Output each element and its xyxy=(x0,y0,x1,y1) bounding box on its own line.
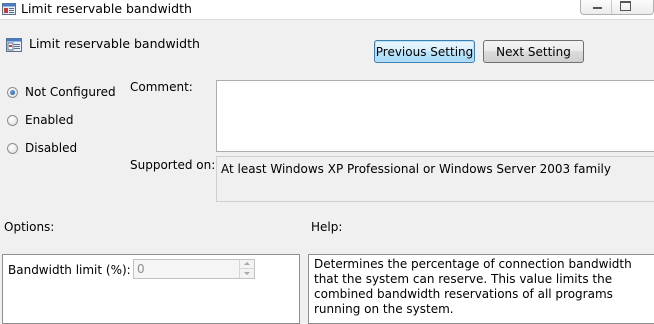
comment-label: Comment: xyxy=(130,80,193,94)
window-caption-buttons xyxy=(580,0,654,15)
help-label: Help: xyxy=(311,220,343,234)
help-text: Determines the percentage of connection … xyxy=(308,254,654,324)
policy-settings-icon xyxy=(6,38,22,52)
disabled-option[interactable]: Disabled xyxy=(7,141,77,155)
supported-on-value: At least Windows XP Professional or Wind… xyxy=(216,156,654,202)
enabled-option[interactable]: Enabled xyxy=(7,113,74,127)
maximize-button[interactable] xyxy=(611,0,639,14)
title-bar: Limit reservable bandwidth xyxy=(0,0,654,20)
previous-setting-button[interactable]: Previous Setting xyxy=(374,40,475,63)
bandwidth-limit-value[interactable]: 0 xyxy=(137,262,145,276)
enabled-label[interactable]: Enabled xyxy=(25,113,74,127)
window-title: Limit reservable bandwidth xyxy=(21,1,192,16)
not-configured-label[interactable]: Not Configured xyxy=(25,85,116,99)
policy-name: Limit reservable bandwidth xyxy=(29,36,200,51)
enabled-radio[interactable] xyxy=(7,114,18,126)
bandwidth-limit-label: Bandwidth limit (%): xyxy=(8,263,131,277)
comment-textarea[interactable] xyxy=(216,80,654,152)
spin-up-arrow-icon[interactable] xyxy=(239,260,254,269)
disabled-radio[interactable] xyxy=(7,142,18,154)
options-panel: Bandwidth limit (%): 0 xyxy=(2,254,300,324)
options-label: Options: xyxy=(4,220,55,234)
policy-settings-icon xyxy=(2,3,16,15)
minimize-button[interactable] xyxy=(584,0,611,14)
not-configured-radio[interactable] xyxy=(7,86,18,98)
not-configured-option[interactable]: Not Configured xyxy=(7,85,116,99)
bandwidth-limit-spinbox[interactable]: 0 xyxy=(133,259,255,279)
disabled-label[interactable]: Disabled xyxy=(25,141,77,155)
next-setting-button[interactable]: Next Setting xyxy=(483,40,584,63)
spin-down-arrow-icon[interactable] xyxy=(239,269,254,278)
supported-on-label: Supported on: xyxy=(130,158,216,172)
